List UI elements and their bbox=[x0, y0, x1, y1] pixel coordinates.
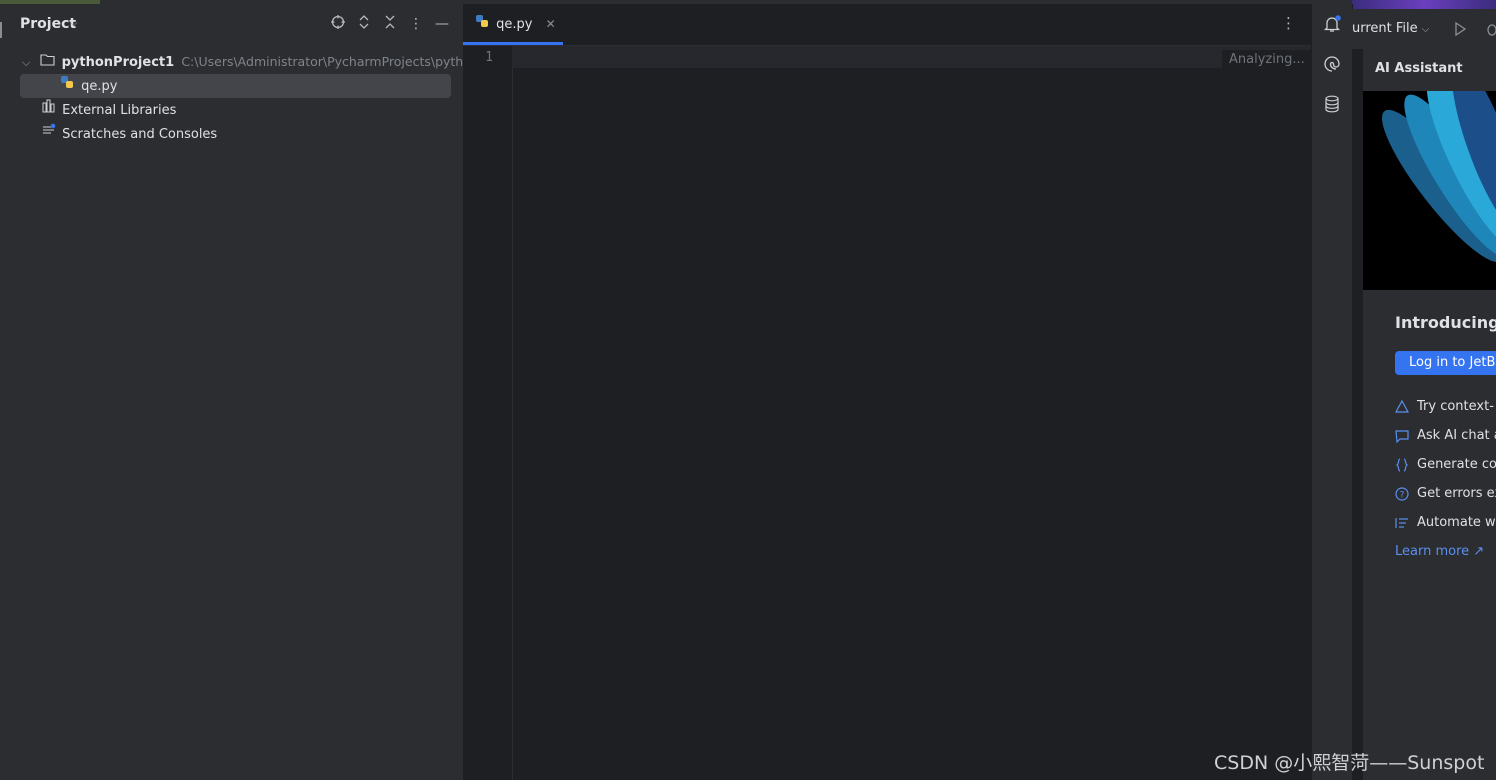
chevron-down-icon: ⌵ bbox=[1421, 24, 1430, 35]
ai-feature-label: Generate co bbox=[1417, 457, 1496, 472]
more-options-icon[interactable]: ⋮ bbox=[1281, 14, 1296, 32]
ai-hero-image bbox=[1363, 91, 1496, 290]
ai-feature-item: Generate co bbox=[1395, 455, 1496, 475]
project-panel: Project ⌵ ⋮ — ⌵ pythonProject1 C:\Users\… bbox=[8, 4, 479, 780]
tree-file-row[interactable]: qe.py bbox=[60, 74, 117, 98]
ai-feature-item: Ask AI chat a bbox=[1395, 426, 1496, 446]
toolbar-right: urrent File ⌵ bbox=[1352, 9, 1496, 49]
run-config-label: urrent File bbox=[1352, 21, 1418, 36]
question-circle-icon: ? bbox=[1395, 487, 1409, 501]
database-icon[interactable] bbox=[1322, 94, 1342, 118]
tab-label: qe.py bbox=[496, 17, 533, 32]
editor-gutter bbox=[463, 46, 513, 780]
ai-assistant-title: AI Assistant bbox=[1375, 61, 1463, 76]
ai-feature-label: Ask AI chat a bbox=[1417, 428, 1496, 443]
expand-all-icon[interactable] bbox=[354, 14, 374, 34]
root-project-name: pythonProject1 bbox=[61, 55, 175, 70]
root-project-path: C:\Users\Administrator\PycharmProjects\p… bbox=[181, 54, 479, 69]
debug-icon[interactable] bbox=[1484, 21, 1496, 41]
ai-assistant-icon[interactable] bbox=[1322, 54, 1342, 78]
ai-feature-item: Try context- bbox=[1395, 397, 1494, 417]
bell-icon[interactable] bbox=[1322, 14, 1342, 38]
python-file-icon bbox=[60, 74, 74, 98]
ai-heading: Introducing bbox=[1395, 313, 1496, 332]
learn-more-link[interactable]: Learn more ↗ bbox=[1395, 542, 1484, 562]
title-accent-strip bbox=[1352, 0, 1496, 9]
ai-feature-item: Automate wr bbox=[1395, 513, 1496, 533]
close-icon[interactable]: ✕ bbox=[546, 17, 556, 31]
folder-icon bbox=[40, 51, 56, 75]
code-braces-icon bbox=[1395, 458, 1409, 472]
ai-feature-label: Try context- bbox=[1417, 399, 1494, 414]
tree-scratches-row[interactable]: Scratches and Consoles bbox=[42, 122, 217, 146]
editor-tab-qe-py[interactable]: qe.py ✕ bbox=[475, 4, 556, 45]
ai-feature-label: Automate wr bbox=[1417, 515, 1496, 530]
tree-root-row[interactable]: ⌵ pythonProject1 C:\Users\Administrator\… bbox=[22, 50, 479, 74]
minimize-icon[interactable]: — bbox=[432, 14, 452, 34]
editor-tab-bar: qe.py ✕ ⋮ bbox=[463, 4, 1311, 46]
context-icon bbox=[1395, 400, 1409, 413]
right-tool-strip bbox=[1311, 4, 1353, 780]
locate-icon[interactable] bbox=[328, 14, 348, 34]
library-icon bbox=[42, 98, 56, 122]
chevron-down-icon[interactable]: ⌵ bbox=[70, 18, 78, 29]
watermark-text: CSDN @小熙智菏——Sunspot bbox=[1214, 752, 1485, 774]
chevron-down-icon[interactable]: ⌵ bbox=[22, 56, 30, 69]
chat-icon bbox=[1395, 430, 1409, 443]
list-icon bbox=[1395, 518, 1408, 528]
analysis-status: Analyzing... bbox=[1222, 50, 1312, 70]
project-panel-title[interactable]: Project bbox=[20, 16, 76, 32]
run-configuration-selector[interactable]: urrent File ⌵ bbox=[1352, 21, 1429, 36]
python-file-icon bbox=[475, 4, 489, 45]
login-button[interactable]: Log in to JetB bbox=[1395, 351, 1496, 375]
tree-external-libraries-row[interactable]: External Libraries bbox=[42, 98, 176, 122]
scratches-label: Scratches and Consoles bbox=[62, 126, 218, 142]
run-icon[interactable] bbox=[1452, 21, 1468, 41]
svg-text:?: ? bbox=[1400, 491, 1405, 501]
active-tab-indicator bbox=[463, 42, 563, 45]
file-name: qe.py bbox=[81, 78, 118, 94]
ai-feature-label: Get errors ex bbox=[1417, 486, 1496, 501]
ai-feature-item: ? Get errors ex bbox=[1395, 484, 1496, 504]
collapse-all-icon[interactable] bbox=[380, 14, 400, 34]
scratches-icon bbox=[42, 122, 56, 146]
line-number: 1 bbox=[485, 50, 493, 65]
external-libraries-label: External Libraries bbox=[62, 102, 177, 118]
code-editor-area[interactable] bbox=[512, 46, 1311, 780]
tool-window-indicator bbox=[0, 22, 2, 38]
more-options-icon[interactable]: ⋮ bbox=[406, 14, 426, 34]
